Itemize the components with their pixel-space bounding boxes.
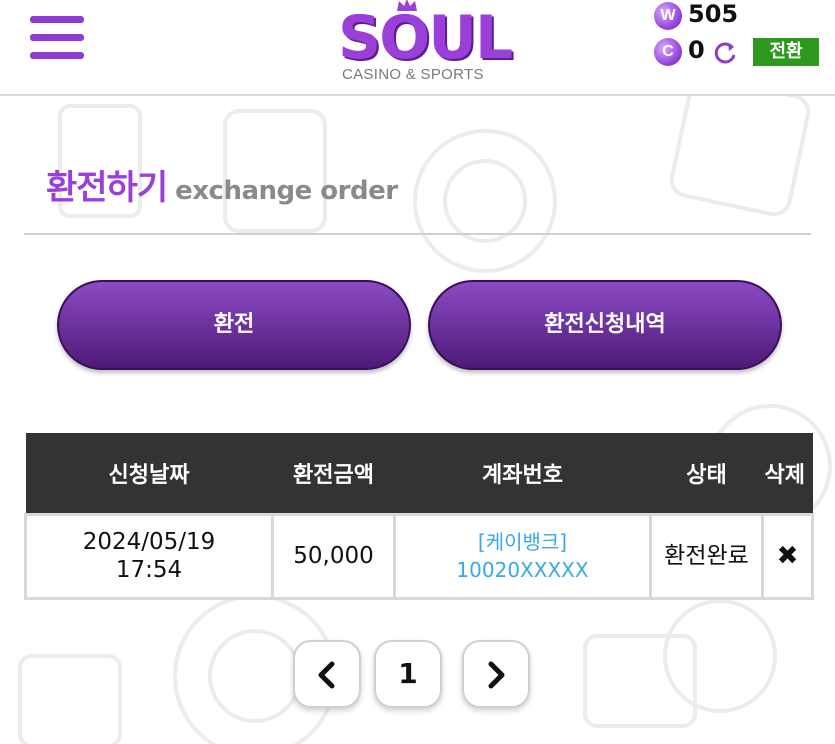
w-coin-icon: W <box>654 2 682 30</box>
bank-name: [케이뱅크] <box>477 530 568 554</box>
chevron-right-icon <box>488 661 505 689</box>
cell-delete: ✖ <box>761 512 814 600</box>
page-title: 환전하기 exchange order <box>46 160 398 210</box>
cell-status: 환전완료 <box>649 512 764 600</box>
logo[interactable]: SOUL CASINO & SPORTS <box>332 0 513 92</box>
column-header-date: 신청날짜 <box>25 433 273 514</box>
w-balance: 505 <box>688 0 739 28</box>
logo-subtitle: CASINO & SPORTS <box>342 66 484 83</box>
chevron-left-icon <box>318 661 335 689</box>
status-text: 환전완료 <box>664 543 749 569</box>
top-bar: SOUL CASINO & SPORTS W 505 C 0 전환 <box>0 0 835 96</box>
exchange-tab-button[interactable]: 환전 <box>57 280 411 370</box>
column-header-delete: 삭제 <box>762 433 813 514</box>
page-title-english: exchange order <box>175 176 398 206</box>
cell-amount: 50,000 <box>271 512 396 600</box>
prev-page-button[interactable] <box>293 640 361 708</box>
table-header-row: 신청날짜 환전금액 계좌번호 상태 삭제 <box>25 433 813 514</box>
time-value: 17:54 <box>115 557 183 583</box>
date-value: 2024/05/19 <box>82 529 216 555</box>
column-header-amount: 환전금액 <box>272 433 395 514</box>
column-header-account: 계좌번호 <box>394 433 651 514</box>
convert-button[interactable]: 전환 <box>753 38 819 66</box>
menu-icon[interactable] <box>30 16 86 66</box>
cell-date: 2024/05/19 17:54 <box>24 512 274 600</box>
wallet-panel: W 505 C 0 전환 <box>652 0 832 92</box>
delete-icon[interactable]: ✖ <box>777 541 799 571</box>
refresh-icon[interactable] <box>712 40 738 66</box>
cell-account: [케이뱅크] 10020XXXXX <box>393 512 652 600</box>
table-row: 2024/05/19 17:54 50,000 [케이뱅크] 10020XXXX… <box>24 512 814 600</box>
exchange-history-table: 신청날짜 환전금액 계좌번호 상태 삭제 2024/05/19 17:54 50… <box>24 433 814 600</box>
next-page-button[interactable] <box>462 640 530 708</box>
page-title-korean: 환전하기 <box>46 168 168 208</box>
c-balance: 0 <box>688 36 705 64</box>
title-divider <box>24 233 811 235</box>
c-coin-icon: C <box>654 38 682 66</box>
page-number-button[interactable]: 1 <box>374 640 442 708</box>
account-number: 10020XXXXX <box>456 558 589 582</box>
column-header-status: 상태 <box>650 433 763 514</box>
exchange-history-tab-button[interactable]: 환전신청내역 <box>428 280 782 370</box>
logo-text: SOUL <box>338 3 513 73</box>
